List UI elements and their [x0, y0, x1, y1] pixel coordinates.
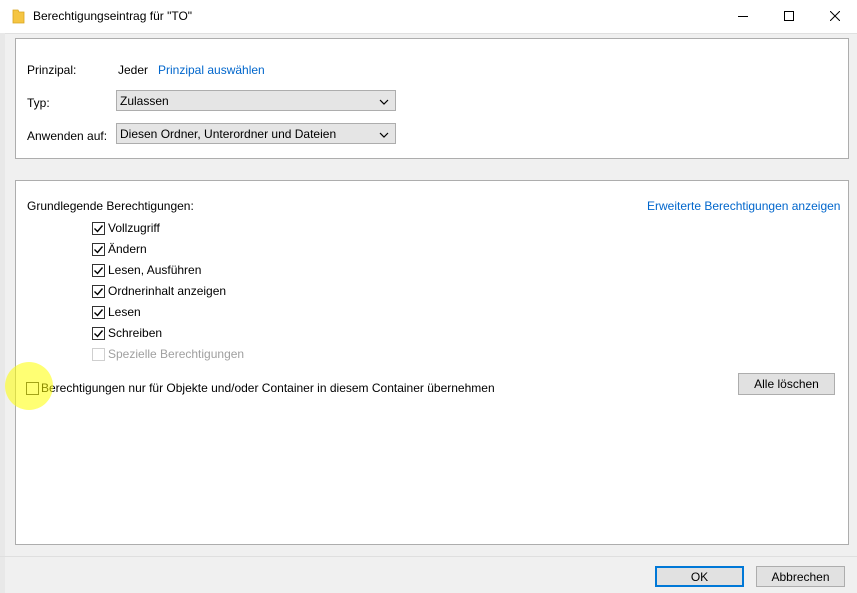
- chevron-down-icon: [379, 129, 389, 139]
- minimize-icon: [737, 10, 748, 24]
- permission-label: Ändern: [108, 242, 147, 256]
- permission-label: Ordnerinhalt anzeigen: [108, 284, 227, 298]
- permission-checkbox[interactable]: [92, 327, 105, 340]
- type-label: Typ:: [27, 96, 50, 110]
- checkmark-icon: [94, 225, 104, 233]
- footer-divider: [0, 556, 857, 557]
- permission-label: Vollzugriff: [108, 221, 160, 235]
- apply-to-dropdown[interactable]: Diesen Ordner, Unterordner und Dateien: [116, 123, 396, 144]
- type-dropdown-value: Zulassen: [120, 94, 169, 108]
- checkmark-icon: [94, 330, 104, 338]
- principal-value: Jeder: [118, 63, 149, 77]
- cancel-button-label: Abbrechen: [771, 569, 830, 584]
- permission-label: Spezielle Berechtigungen: [108, 347, 245, 361]
- chevron-down-icon: [379, 96, 389, 106]
- checkmark-icon: [94, 246, 104, 254]
- clear-all-button-label: Alle löschen: [754, 377, 819, 391]
- permission-checkbox[interactable]: [92, 285, 105, 298]
- principal-label: Prinzipal:: [27, 63, 77, 77]
- checkmark-icon: [94, 309, 104, 317]
- basic-permissions-heading: Grundlegende Berechtigungen:: [27, 199, 194, 213]
- ok-button[interactable]: OK: [655, 566, 744, 587]
- permission-checkbox: [92, 348, 105, 361]
- close-button[interactable]: [812, 0, 857, 33]
- permission-checkbox[interactable]: [92, 306, 105, 319]
- checkmark-icon: [94, 267, 104, 275]
- close-icon: [829, 10, 840, 24]
- permission-label: Lesen, Ausführen: [108, 263, 202, 277]
- cancel-button[interactable]: Abbrechen: [756, 566, 845, 587]
- select-principal-link[interactable]: Prinzipal auswählen: [158, 63, 265, 77]
- advanced-permissions-link[interactable]: Erweiterte Berechtigungen anzeigen: [647, 199, 840, 213]
- window-title: Berechtigungseintrag für "TO": [33, 9, 193, 23]
- permission-checkbox[interactable]: [92, 264, 105, 277]
- yellow-highlight-marker: [5, 362, 53, 410]
- inherit-label: Berechtigungen nur für Objekte und/oder …: [41, 381, 495, 395]
- checkmark-icon: [94, 288, 104, 296]
- background-window-edge: [0, 33, 5, 593]
- permission-label: Lesen: [108, 305, 141, 319]
- permissions-panel: Grundlegende Berechtigungen: Erweiterte …: [15, 180, 849, 545]
- type-dropdown[interactable]: Zulassen: [116, 90, 396, 111]
- principal-panel: Prinzipal: Jeder Prinzipal auswählen Typ…: [15, 38, 849, 159]
- minimize-button[interactable]: [720, 0, 765, 33]
- maximize-icon: [783, 10, 794, 24]
- title-bar: Berechtigungseintrag für "TO": [0, 0, 857, 34]
- folder-icon: [12, 8, 25, 24]
- clear-all-button[interactable]: Alle löschen: [738, 373, 835, 395]
- maximize-button[interactable]: [766, 0, 811, 33]
- permission-label: Schreiben: [108, 326, 163, 340]
- permission-checkbox[interactable]: [92, 222, 105, 235]
- apply-to-label: Anwenden auf:: [27, 129, 108, 143]
- permission-checkbox[interactable]: [92, 243, 105, 256]
- ok-button-label: OK: [690, 569, 709, 584]
- apply-to-dropdown-value: Diesen Ordner, Unterordner und Dateien: [120, 127, 337, 141]
